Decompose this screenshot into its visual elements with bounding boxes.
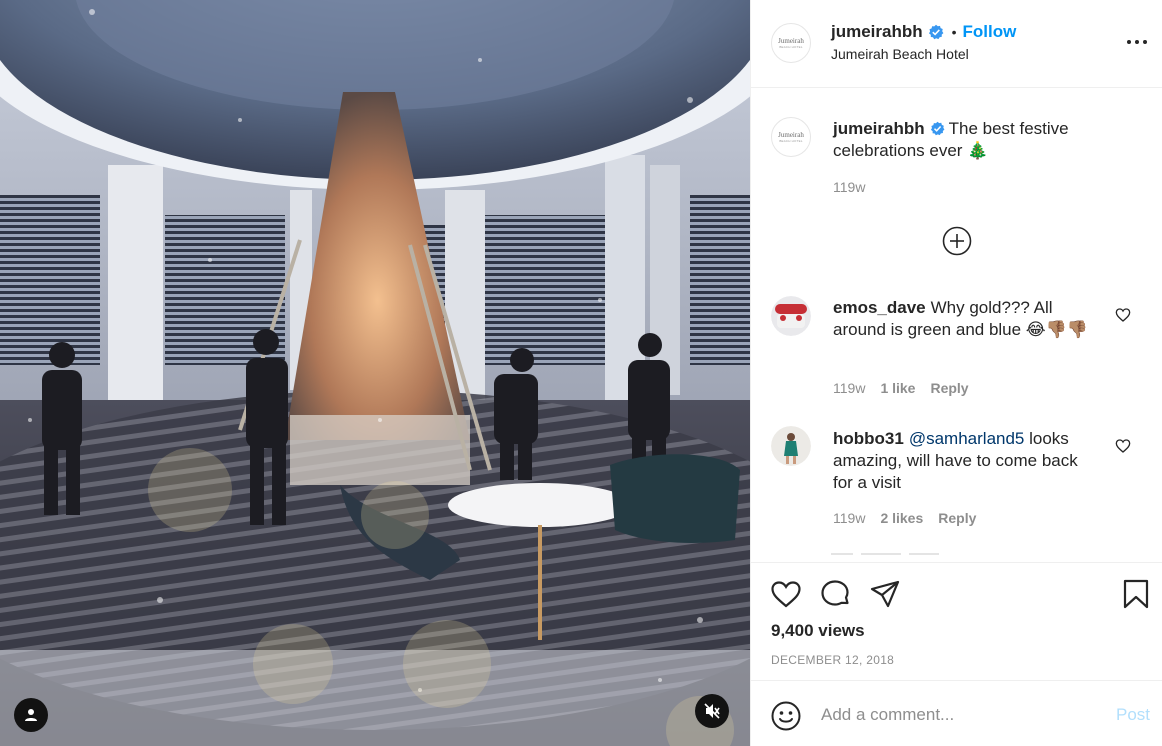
comment-meta: 119w 2 likes Reply	[833, 510, 976, 526]
load-more-icon[interactable]	[942, 226, 972, 256]
avatar[interactable]	[771, 426, 811, 466]
comment-username[interactable]: emos_dave	[833, 298, 926, 317]
comment-likes[interactable]: 2 likes	[880, 510, 923, 526]
caption: jumeirahbh The best festive celebrations…	[833, 118, 1103, 162]
mute-toggle-button[interactable]	[695, 694, 729, 728]
avatar[interactable]	[771, 296, 811, 336]
reply-button[interactable]: Reply	[930, 380, 968, 396]
verified-icon	[930, 121, 945, 136]
comment-text: hobbo31 @samharland5 looks amazing, will …	[833, 428, 1098, 494]
follow-button[interactable]: Follow	[963, 22, 1017, 42]
avatar[interactable]: Jumeirah BEACH HOTEL	[771, 23, 811, 63]
heart-icon[interactable]	[769, 577, 803, 611]
location-link[interactable]: Jumeirah Beach Hotel	[831, 46, 969, 62]
post-actions: 9,400 views DECEMBER 12, 2018	[751, 562, 1162, 680]
share-icon[interactable]	[868, 577, 902, 611]
bookmark-icon[interactable]	[1119, 577, 1153, 611]
comment-timestamp[interactable]: 119w	[833, 510, 865, 526]
comment-input[interactable]	[821, 701, 1101, 729]
avatar-logo-sub: BEACH HOTEL	[779, 138, 803, 143]
comment-composer: Post	[751, 680, 1162, 746]
caption-timestamp[interactable]: 119w	[833, 179, 865, 195]
post-date[interactable]: DECEMBER 12, 2018	[771, 653, 894, 667]
comment-likes[interactable]: 1 like	[880, 380, 915, 396]
author-username[interactable]: jumeirahbh	[831, 22, 923, 42]
heart-icon[interactable]	[1115, 307, 1131, 323]
post-header: Jumeirah BEACH HOTEL jumeirahbh • Follow…	[751, 0, 1162, 88]
comment-icon[interactable]	[818, 577, 852, 611]
comment-timestamp[interactable]: 119w	[833, 380, 865, 396]
heart-icon[interactable]	[1115, 438, 1131, 454]
truncated-comment-hint	[831, 547, 951, 561]
comment-meta: 119w 1 like Reply	[833, 380, 969, 396]
comments-list[interactable]: Jumeirah BEACH HOTEL jumeirahbh The best…	[751, 89, 1162, 561]
mute-icon	[704, 703, 720, 719]
avatar-logo-word: Jumeirah	[778, 36, 804, 45]
avatar-logo-sub: BEACH HOTEL	[779, 44, 803, 49]
post-side-panel: Jumeirah BEACH HOTEL jumeirahbh • Follow…	[750, 0, 1162, 746]
avatar[interactable]: Jumeirah BEACH HOTEL	[771, 117, 811, 157]
reply-button[interactable]: Reply	[938, 510, 976, 526]
separator-dot: •	[951, 24, 957, 40]
more-icon[interactable]	[1125, 34, 1149, 50]
view-count[interactable]: 9,400 views	[771, 621, 865, 641]
user-tag-button[interactable]	[14, 698, 48, 732]
avatar-logo-word: Jumeirah	[778, 130, 804, 139]
video-frame-image	[0, 0, 750, 746]
post-comment-button[interactable]: Post	[1116, 705, 1150, 725]
comment-text: emos_dave Why gold??? All around is green…	[833, 297, 1098, 341]
user-tag-icon	[25, 709, 37, 721]
verified-icon	[928, 24, 944, 40]
post-video[interactable]	[0, 0, 750, 746]
comment-username[interactable]: hobbo31	[833, 429, 904, 448]
emoji-icon[interactable]	[770, 700, 802, 732]
caption-username[interactable]: jumeirahbh	[833, 119, 925, 138]
comment-mention[interactable]: @samharland5	[909, 429, 1025, 448]
